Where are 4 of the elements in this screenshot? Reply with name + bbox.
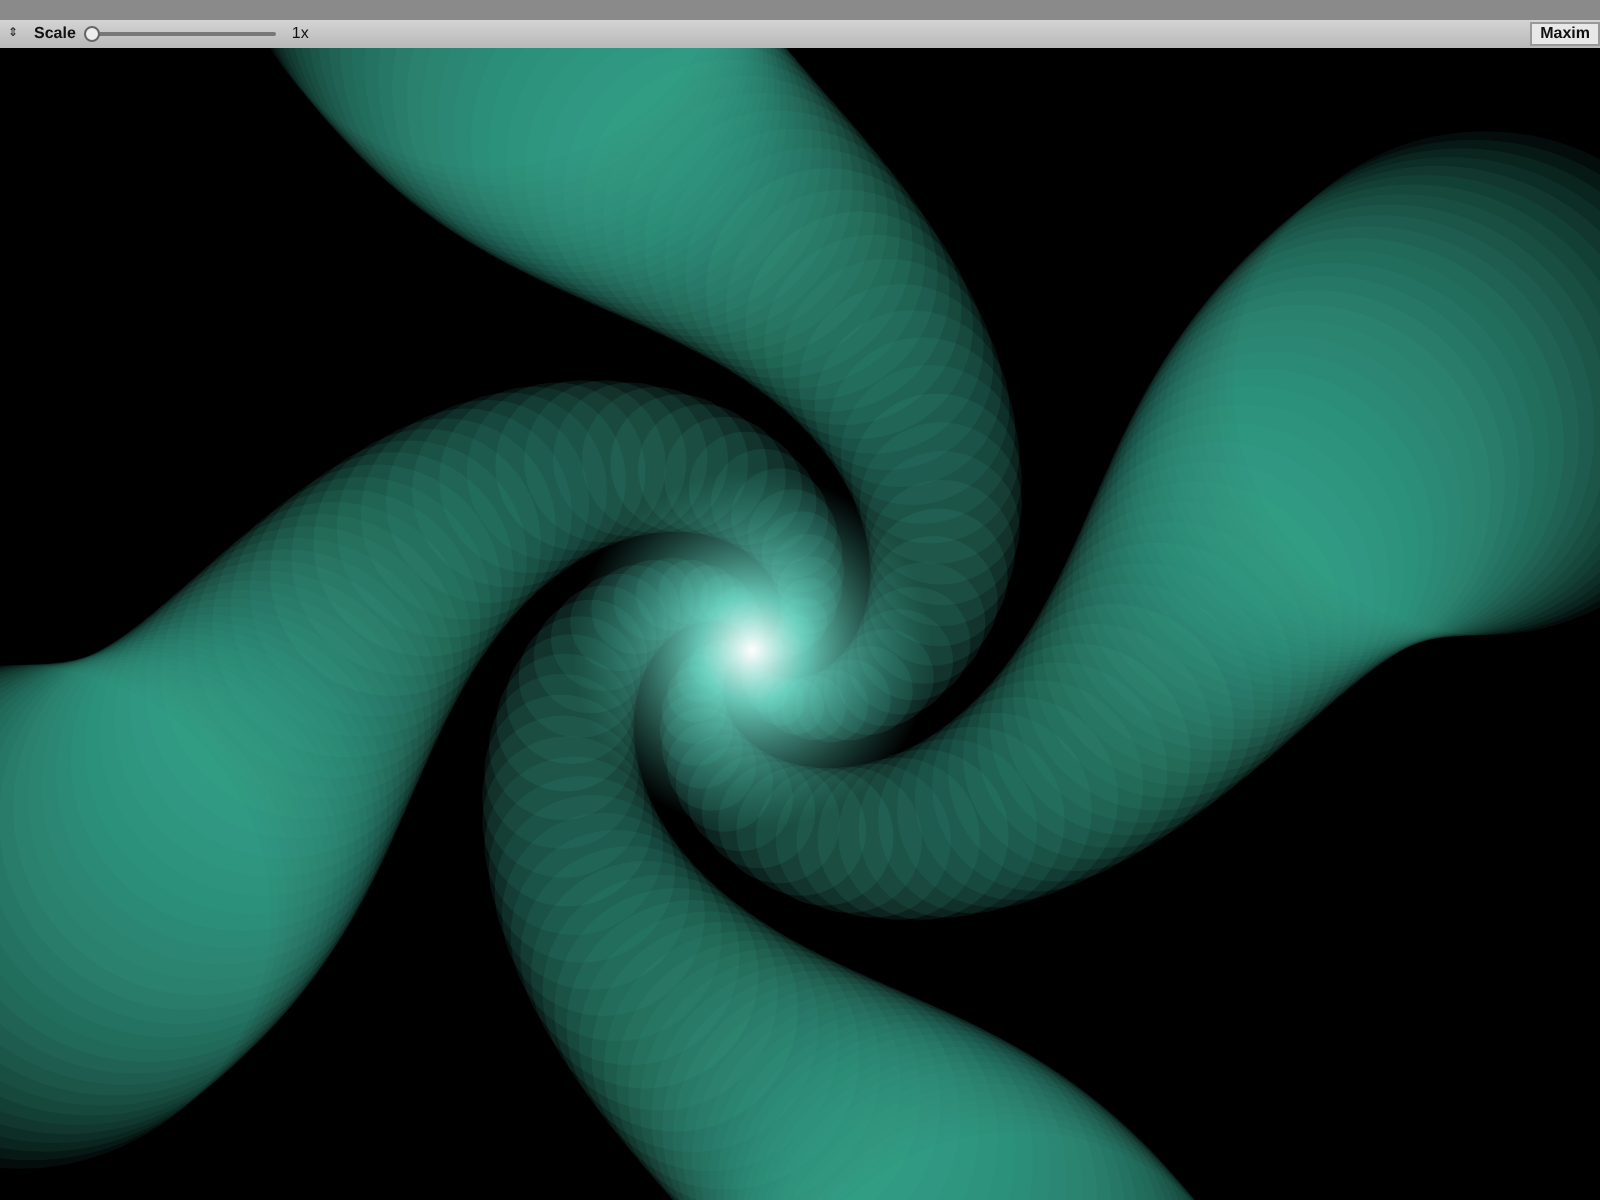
- maximize-button[interactable]: Maxim: [1530, 22, 1600, 46]
- scale-slider[interactable]: [83, 24, 276, 44]
- scale-label: Scale: [34, 22, 76, 46]
- scale-value: 1x: [291, 22, 309, 46]
